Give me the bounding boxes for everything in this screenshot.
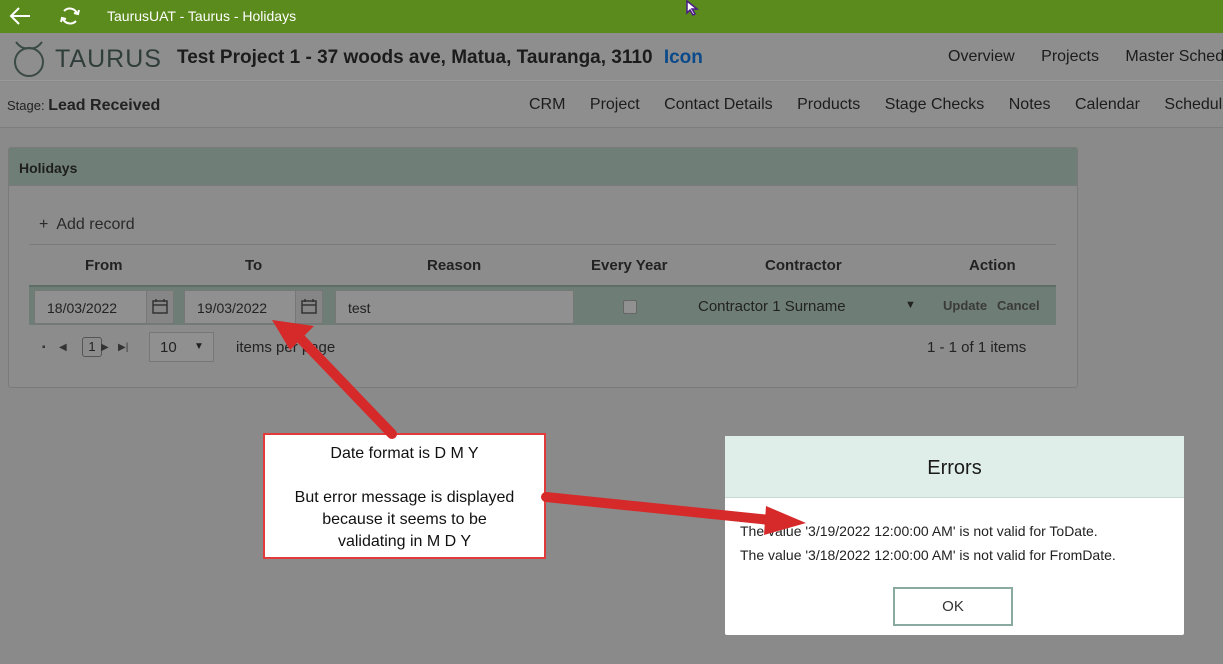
window-titlebar: TaurusUAT - Taurus - Holidays: [0, 0, 1223, 33]
mouse-cursor-icon: [686, 0, 700, 16]
column-header-reason[interactable]: Reason: [427, 257, 481, 274]
from-calendar-button[interactable]: [146, 290, 174, 324]
error-message: The value '3/18/2022 12:00:00 AM' is not…: [740, 547, 1116, 563]
nav-projects[interactable]: Projects: [1041, 48, 1099, 65]
callout-line: Date format is D M Y: [330, 445, 479, 462]
stage-bar: Stage: Lead Received CRM Project Contact…: [0, 82, 1223, 128]
chevron-down-icon[interactable]: ▼: [194, 341, 204, 352]
subnav-contact-details[interactable]: Contact Details: [664, 96, 773, 113]
back-arrow-icon[interactable]: [8, 5, 32, 27]
plus-icon: +: [39, 216, 49, 233]
taurus-logo-icon: [14, 41, 44, 77]
top-nav: Overview Projects Master Schedule: [948, 48, 1223, 66]
pager-info: 1 - 1 of 1 items: [927, 339, 1027, 356]
to-calendar-button[interactable]: [295, 290, 323, 324]
prev-page-icon[interactable]: ◀: [59, 342, 67, 353]
window-title: TaurusUAT - Taurus - Holidays: [107, 8, 297, 24]
last-page-icon[interactable]: ▶|: [118, 342, 128, 353]
errors-dialog: Errors The value '3/19/2022 12:00:00 AM'…: [725, 436, 1184, 635]
items-per-page-label: items per page: [236, 339, 336, 356]
error-message: The value '3/19/2022 12:00:00 AM' is not…: [740, 523, 1098, 539]
project-title-text: Test Project 1 - 37 woods ave, Matua, Ta…: [177, 47, 653, 68]
page-size-select[interactable]: 10: [149, 332, 214, 362]
first-page-icon[interactable]: ▪: [42, 342, 46, 353]
callout-line: validating in M D Y: [337, 533, 472, 550]
add-record-button[interactable]: + Add record: [39, 216, 135, 234]
stage-indicator: Stage: Lead Received: [7, 97, 160, 115]
cancel-button[interactable]: Cancel: [997, 298, 1040, 313]
subnav-stage-checks[interactable]: Stage Checks: [885, 96, 985, 113]
refresh-icon[interactable]: [58, 4, 82, 28]
stage-label: Stage:: [7, 98, 45, 113]
add-record-label: Add record: [56, 216, 135, 233]
column-header-to[interactable]: To: [245, 257, 262, 274]
divider: [29, 244, 1056, 245]
subnav-crm[interactable]: CRM: [529, 96, 565, 113]
every-year-checkbox[interactable]: [623, 300, 637, 314]
column-header-contractor[interactable]: Contractor: [765, 257, 842, 274]
subnav-notes[interactable]: Notes: [1009, 96, 1051, 113]
to-date-input[interactable]: 19/03/2022: [184, 290, 297, 324]
icon-link[interactable]: Icon: [664, 47, 703, 68]
callout-line: But error message is displayed: [294, 489, 515, 506]
subnav-project[interactable]: Project: [590, 96, 640, 113]
panel-title: Holidays: [19, 160, 78, 176]
column-header-from[interactable]: From: [85, 257, 123, 274]
chevron-down-icon[interactable]: ▼: [905, 299, 916, 311]
ok-button[interactable]: OK: [893, 587, 1013, 626]
update-button[interactable]: Update: [943, 298, 987, 313]
callout-line: because it seems to be: [322, 511, 487, 528]
app-header: TAURUS Test Project 1 - 37 woods ave, Ma…: [0, 33, 1223, 81]
annotation-callout: Date format is D M Y But error message i…: [263, 433, 546, 559]
panel-header: Holidays: [9, 148, 1077, 186]
calendar-icon: [152, 299, 168, 314]
subnav-schedule[interactable]: Schedule: [1164, 96, 1223, 113]
column-header-every-year[interactable]: Every Year: [591, 257, 667, 274]
table-row-editing: 18/03/2022 19/03/2022 test Contractor 1 …: [29, 285, 1056, 325]
project-subnav: CRM Project Contact Details Products Sta…: [529, 96, 1223, 114]
nav-overview[interactable]: Overview: [948, 48, 1015, 65]
dialog-header: Errors: [725, 436, 1184, 498]
holidays-panel: Holidays + Add record From To Reason Eve…: [8, 147, 1078, 388]
nav-master-schedule[interactable]: Master Schedule: [1125, 48, 1223, 65]
stage-value: Lead Received: [48, 97, 161, 114]
contractor-select[interactable]: Contractor 1 Surname: [698, 298, 846, 315]
page-number-button[interactable]: 1: [82, 337, 102, 357]
project-title: Test Project 1 - 37 woods ave, Matua, Ta…: [177, 47, 703, 69]
from-date-input[interactable]: 18/03/2022: [34, 290, 147, 324]
reason-input[interactable]: test: [335, 290, 574, 324]
dialog-message: The value '3/19/2022 12:00:00 AM' is not…: [740, 519, 1116, 567]
brand-name: TAURUS: [55, 45, 162, 73]
next-page-icon[interactable]: ▶: [101, 342, 109, 353]
pager: ▪ ◀ 1 ▶ ▶| 10 ▼ items per page 1 - 1 of …: [29, 328, 1056, 368]
calendar-icon: [301, 299, 317, 314]
subnav-products[interactable]: Products: [797, 96, 860, 113]
column-header-action[interactable]: Action: [969, 257, 1016, 274]
dialog-title: Errors: [927, 457, 982, 479]
subnav-calendar[interactable]: Calendar: [1075, 96, 1140, 113]
